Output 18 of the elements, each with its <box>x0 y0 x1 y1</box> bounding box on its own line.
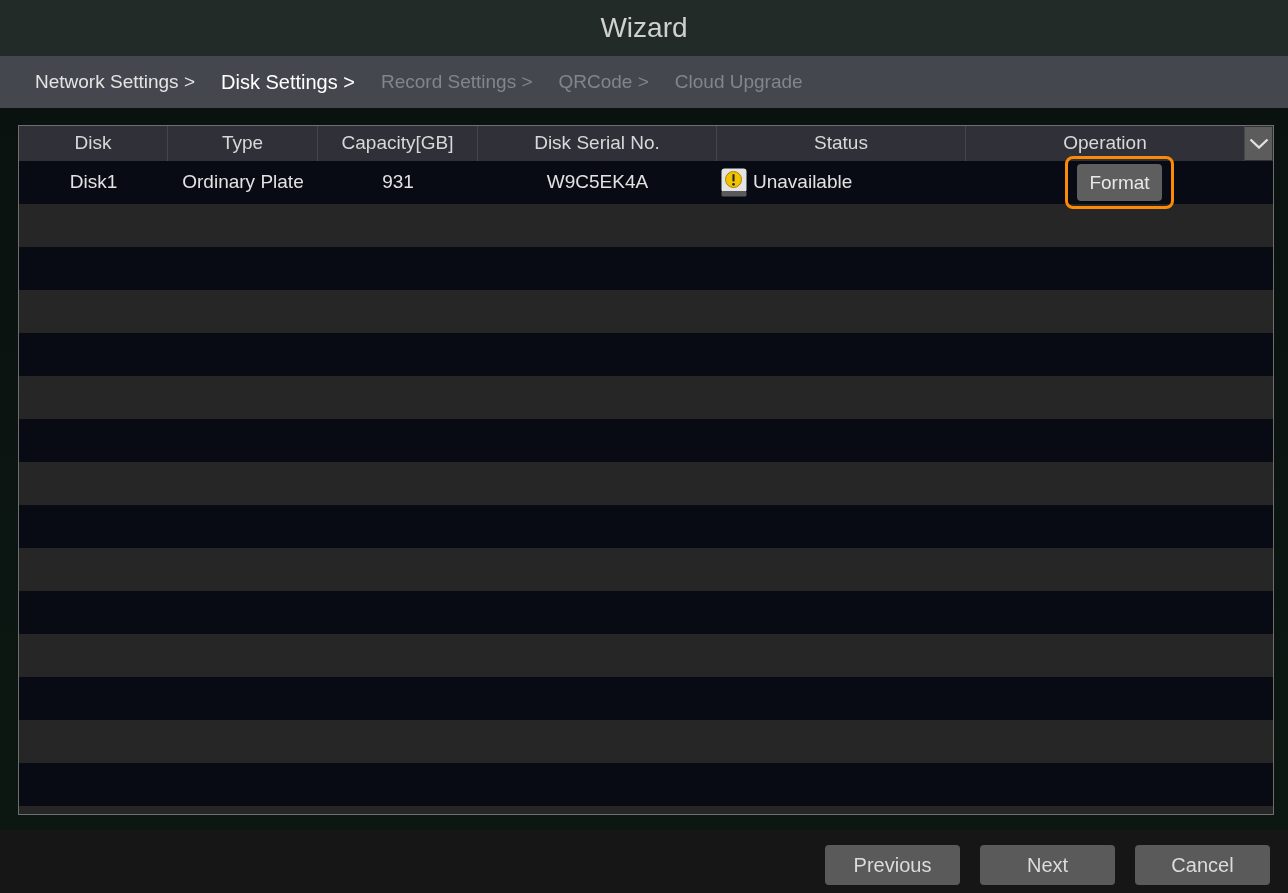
chevron-down-icon <box>1248 138 1269 149</box>
column-menu-button[interactable] <box>1245 127 1272 160</box>
footer-button[interactable]: Previous <box>825 845 960 885</box>
wizard-step[interactable]: Disk Settings > <box>221 70 355 94</box>
wizard-step: Cloud Upgrade <box>674 70 803 94</box>
wizard-step[interactable]: Network Settings > <box>35 70 195 94</box>
table-cell-text: 931 <box>381 170 415 195</box>
table-cell-text: Ordinary Plate <box>181 170 305 195</box>
wizard-step: QRCode > <box>558 70 649 94</box>
wizard-step: Record Settings > <box>380 70 533 94</box>
footer-button[interactable]: Cancel <box>1135 845 1270 885</box>
window-title: Wizard <box>600 11 688 45</box>
warning-disk-icon <box>721 168 747 197</box>
footer-button[interactable]: Next <box>980 845 1115 885</box>
table-cell-text: W9C5EK4A <box>545 170 650 195</box>
status-text: Unavailable <box>753 170 853 195</box>
format-button[interactable]: Format <box>1077 164 1162 201</box>
table-cell-text: Disk1 <box>68 170 119 195</box>
